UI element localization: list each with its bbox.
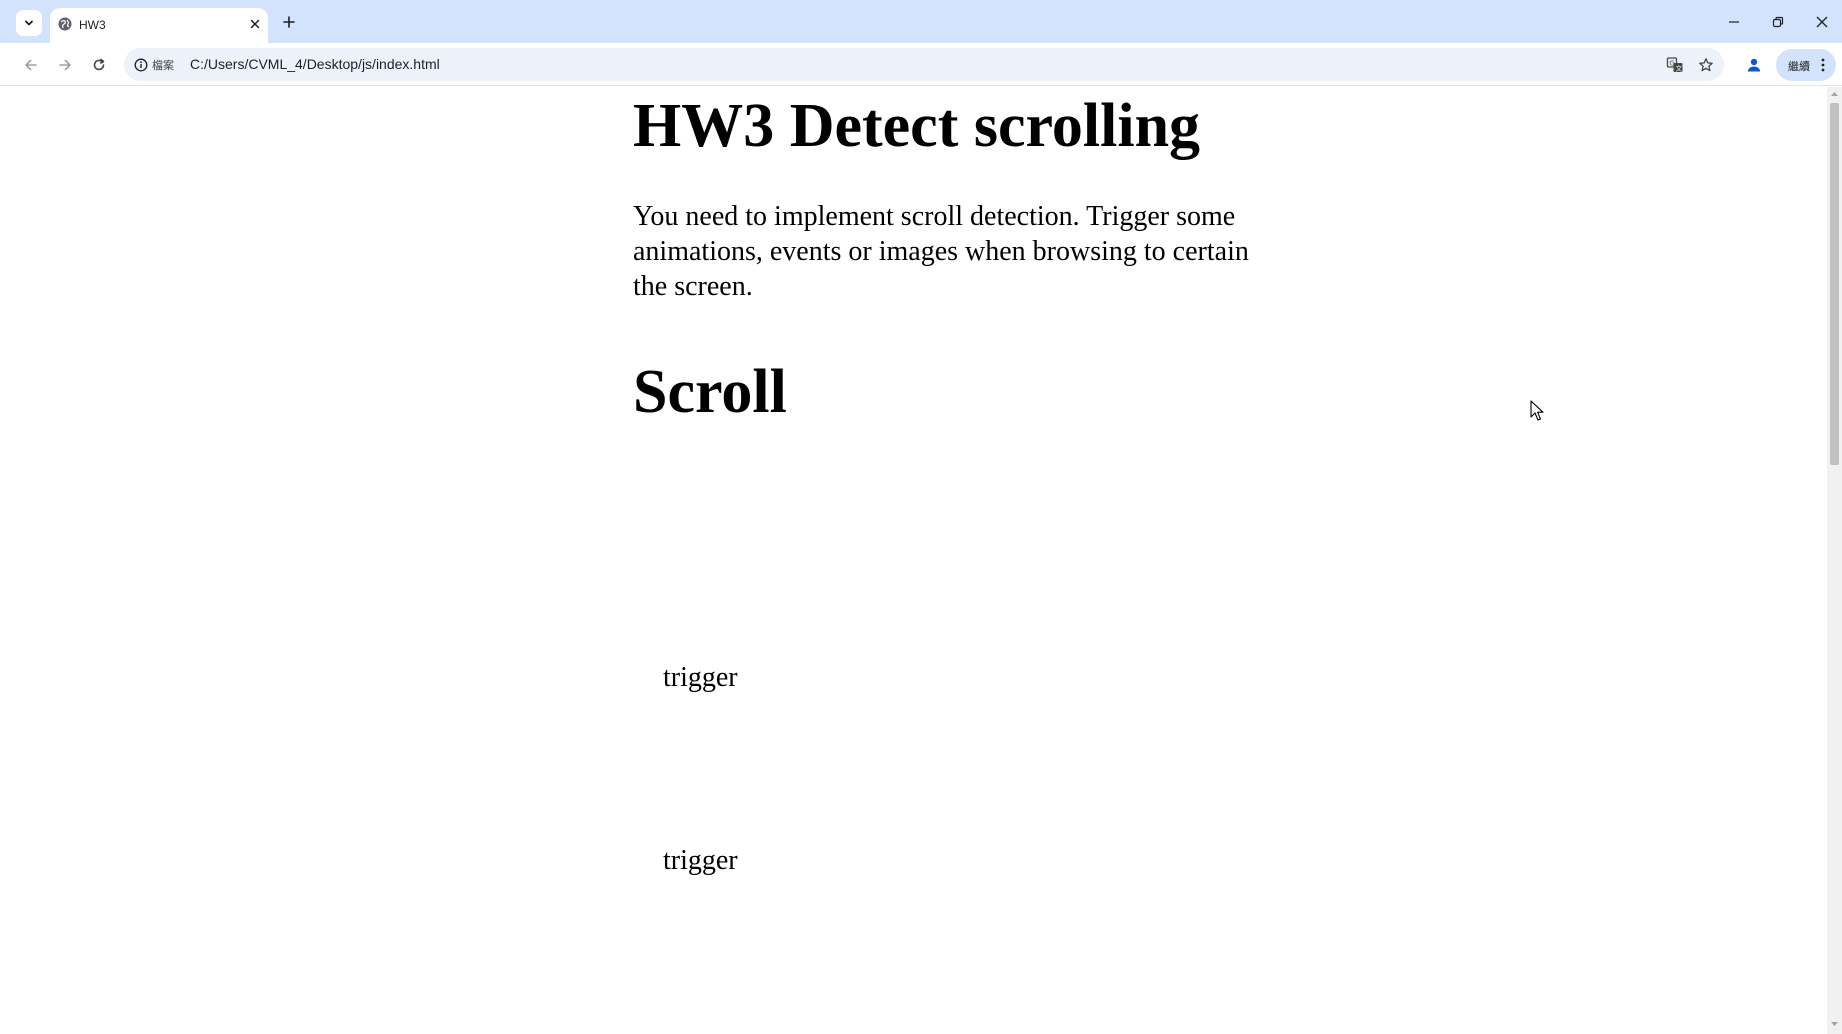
tab-active[interactable]: HW3 <box>50 8 268 43</box>
person-icon <box>1745 56 1763 74</box>
star-icon[interactable] <box>1696 55 1716 75</box>
close-icon <box>1816 16 1828 28</box>
page-title: HW3 Detect scrolling <box>633 92 1201 160</box>
vertical-scrollbar[interactable] <box>1827 87 1842 1034</box>
restore-icon <box>1772 16 1784 28</box>
translate-icon[interactable]: G文 <box>1665 55 1685 75</box>
close-window-button[interactable] <box>1809 9 1835 35</box>
section-title: Scroll <box>633 358 787 426</box>
close-icon[interactable] <box>246 15 264 33</box>
site-info-chip[interactable]: 檔案 <box>152 57 174 73</box>
toolbar: 檔案 C:/Users/CVML_4/Desktop/js/index.html… <box>0 43 1842 86</box>
menu-label: 繼續 <box>1788 61 1810 73</box>
chevron-down-icon <box>23 17 35 29</box>
arrow-left-icon <box>24 58 38 72</box>
mouse-cursor-icon <box>1530 400 1544 422</box>
address-bar[interactable]: 檔案 C:/Users/CVML_4/Desktop/js/index.html… <box>124 48 1724 81</box>
scrollbar-thumb[interactable] <box>1830 103 1839 465</box>
trigger-item: trigger <box>663 662 738 693</box>
info-icon[interactable] <box>132 56 150 74</box>
globe-icon <box>57 16 73 32</box>
back-button[interactable] <box>18 52 44 78</box>
scroll-down-arrow-icon[interactable] <box>1830 1020 1839 1028</box>
page-viewport: HW3 Detect scrolling You need to impleme… <box>0 87 1842 1034</box>
forward-button[interactable] <box>52 52 78 78</box>
new-tab-button[interactable] <box>278 11 300 33</box>
plus-icon <box>282 15 296 29</box>
reload-icon <box>92 58 106 72</box>
minimize-icon <box>1728 16 1740 28</box>
reload-button[interactable] <box>86 52 112 78</box>
tab-search-button[interactable] <box>16 10 42 36</box>
restore-button[interactable] <box>1765 9 1791 35</box>
more-vertical-icon <box>1818 56 1828 74</box>
svg-text:文: 文 <box>1676 63 1683 72</box>
tab-strip: HW3 <box>0 0 1842 43</box>
url-text[interactable]: C:/Users/CVML_4/Desktop/js/index.html <box>190 56 440 72</box>
scroll-up-arrow-icon[interactable] <box>1830 90 1839 98</box>
chrome-menu-button[interactable]: 繼續 <box>1776 49 1836 81</box>
trigger-item: trigger <box>663 845 738 876</box>
arrow-right-icon <box>58 58 72 72</box>
page-description: You need to implement scroll detection. … <box>633 201 1249 302</box>
profile-button[interactable] <box>1741 52 1767 78</box>
tab-title: HW3 <box>79 18 106 32</box>
minimize-button[interactable] <box>1721 9 1747 35</box>
